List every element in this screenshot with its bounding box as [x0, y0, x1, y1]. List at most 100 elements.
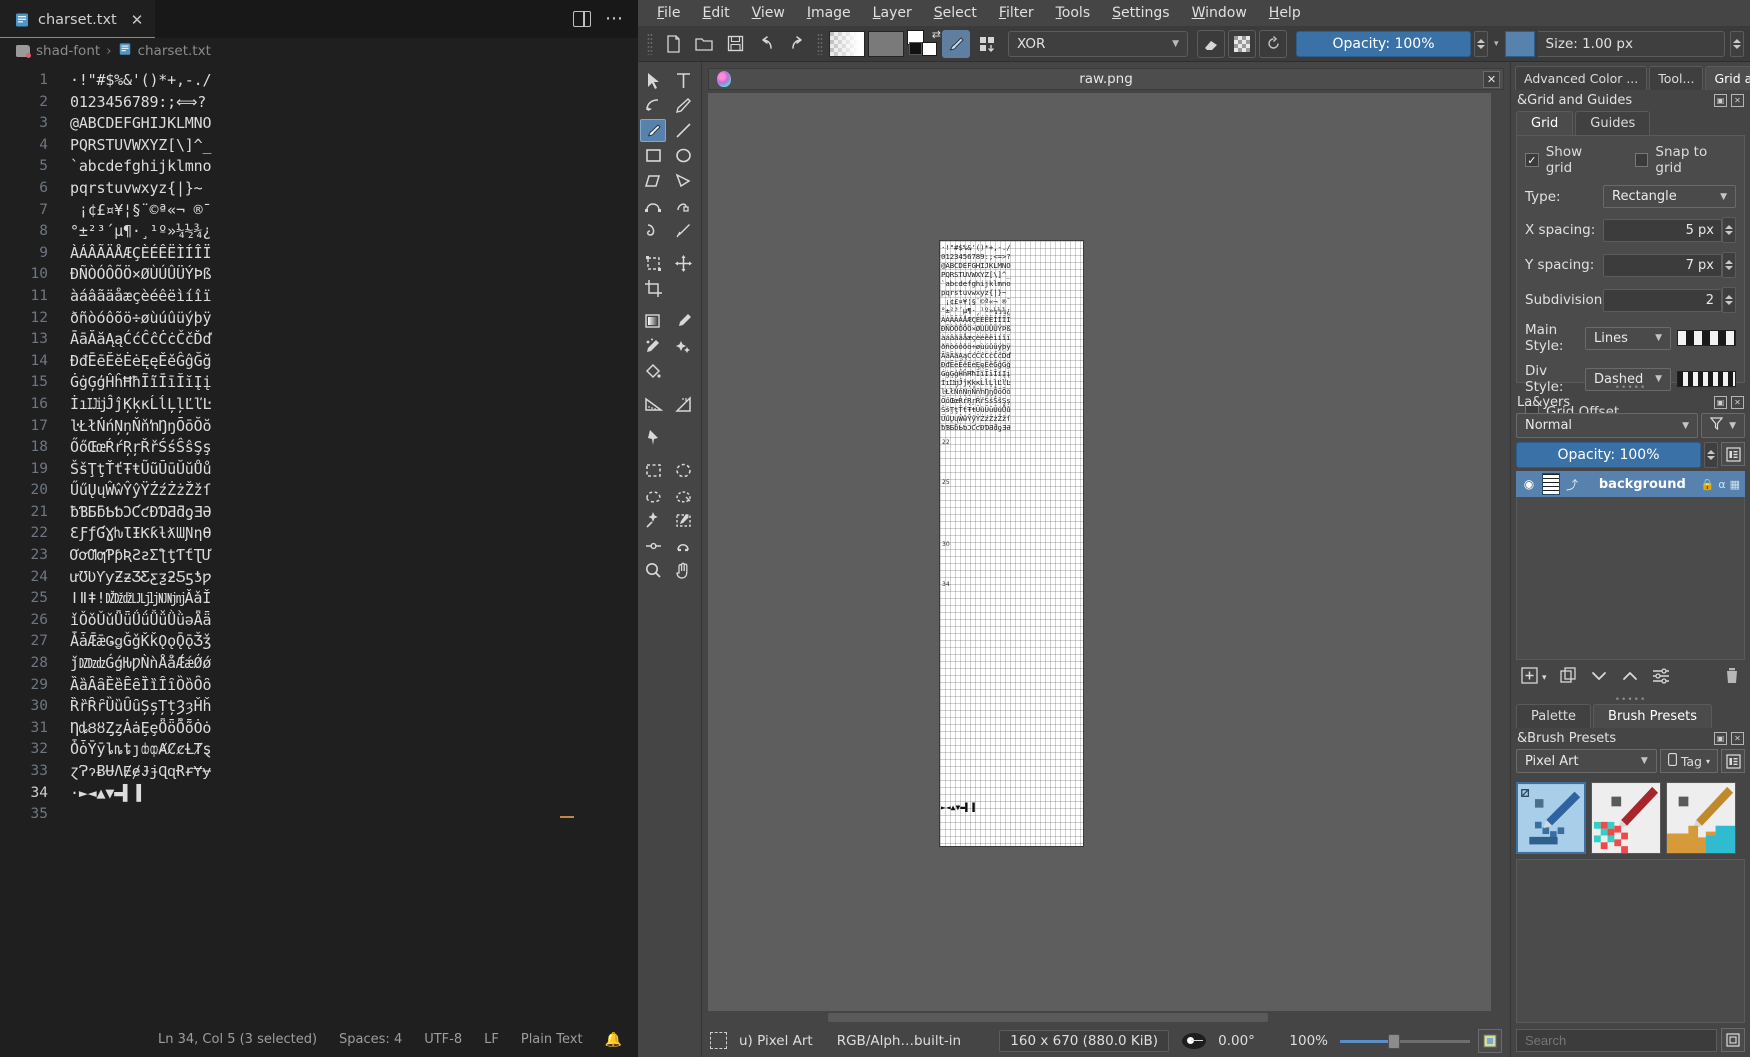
lower-layer-icon[interactable]	[1590, 668, 1608, 688]
code-line[interactable]: @ABCDEFGHIJKLMNO	[62, 113, 638, 135]
close-tab-button[interactable]: ✕	[131, 11, 144, 29]
menu-item-file[interactable]: File	[646, 2, 691, 24]
tool-palette[interactable]	[638, 62, 702, 1057]
text-tool-icon[interactable]	[670, 69, 696, 92]
code-line[interactable]: ÐÑÒÓÔÕÖ×ØÙÚÛÜÝÞß	[62, 264, 638, 286]
pan-tool-icon[interactable]	[670, 559, 696, 582]
layer-opacity-spinner[interactable]	[1704, 442, 1718, 468]
search-view-toggle-icon[interactable]	[1721, 1028, 1745, 1052]
menu-item-layer[interactable]: Layer	[862, 2, 923, 24]
fit-image-icon[interactable]	[1478, 1028, 1502, 1053]
transform-tool-icon[interactable]	[640, 252, 666, 275]
code-line[interactable]: `abcdefghijklmno	[62, 156, 638, 178]
brush-size-field[interactable]: Size: 1.00 px	[1537, 30, 1725, 57]
dock-menu-icon[interactable]: ▣	[1714, 732, 1727, 745]
code-lines[interactable]: ·!"#$%&'()*+,-./0123456789:;⟺? @ABCDEFGHI…	[62, 64, 638, 1022]
code-line[interactable]: °±²³´µ¶·¸¹º»¼½¾¿	[62, 221, 638, 243]
search-input[interactable]	[1516, 1028, 1717, 1052]
dock-menu-icon[interactable]: ▣	[1714, 94, 1727, 107]
code-line[interactable]: ÀÁÂÃÄÅÆÇÈÉÊËÌÍÎÏ	[62, 243, 638, 265]
code-line[interactable]: ɀɁɂɃɄɅɆɇɈɉɊɋɌɍɎɏ	[62, 761, 638, 783]
bucket-fill-icon[interactable]	[640, 360, 666, 383]
bezier-select-icon[interactable]	[640, 534, 666, 557]
menu-item-settings[interactable]: Settings	[1101, 2, 1180, 24]
bezier-tool-icon[interactable]	[640, 194, 666, 217]
cursor-position-status[interactable]: Ln 34, Col 5 (3 selected)	[158, 1032, 317, 1047]
opacity-slider-toolbar[interactable]: Opacity: 100%	[1296, 30, 1471, 57]
main-style-preview[interactable]	[1677, 330, 1736, 346]
eol-status[interactable]: LF	[484, 1032, 499, 1047]
open-folder-icon[interactable]	[690, 30, 718, 58]
code-line[interactable]: ĠġĢģĤĥĦħĨĩĪīĬĭĮį	[62, 372, 638, 394]
layer-options-icon[interactable]	[1652, 667, 1670, 688]
crop-tool-icon[interactable]	[640, 277, 666, 300]
rect-select-icon[interactable]	[640, 459, 666, 482]
menu-item-help[interactable]: Help	[1258, 2, 1312, 24]
code-line[interactable]: ŐőŒœŔŕŖŗŘřŚśŜŝŞş	[62, 437, 638, 459]
link-icon[interactable]: ⤴	[1560, 476, 1584, 493]
code-line[interactable]: ŀŁłŃńŅņŇňŉŊŋŌōŎŏ	[62, 416, 638, 438]
size-slider-fill[interactable]	[1504, 30, 1535, 57]
smudge-tool-icon[interactable]	[640, 335, 666, 358]
code-line[interactable]: 0123456789:;⟺?	[62, 92, 638, 114]
code-line[interactable]: ·►◄▲▼▬▌▐	[62, 783, 638, 805]
tab-brush-presets[interactable]: Brush Presets	[1593, 704, 1712, 728]
snap-to-grid-checkbox[interactable]	[1634, 153, 1649, 167]
reference-pin-icon[interactable]	[640, 426, 666, 449]
brush-preset-pixel-art-gold[interactable]	[1666, 782, 1736, 854]
dock-close-icon[interactable]: ✕	[1731, 732, 1744, 745]
save-icon[interactable]	[721, 30, 749, 58]
ink-tool-icon[interactable]	[670, 94, 696, 117]
gradient-swatch[interactable]	[829, 30, 865, 57]
dynamic-brush-icon[interactable]	[670, 219, 696, 242]
encoding-status[interactable]: UTF-8	[424, 1032, 462, 1047]
indentation-status[interactable]: Spaces: 4	[339, 1032, 402, 1047]
ellipse-tool-icon[interactable]	[670, 144, 696, 167]
duplicate-layer-icon[interactable]	[1559, 667, 1577, 688]
tab-palette[interactable]: Palette	[1516, 704, 1592, 728]
new-layer-dropdown-icon[interactable]: ▾	[1542, 673, 1547, 683]
code-line[interactable]: ðñòóôõö÷øùúûüýþÿ	[62, 308, 638, 330]
move-tool-icon[interactable]	[670, 252, 696, 275]
reset-icon[interactable]	[1259, 29, 1287, 58]
code-line[interactable]: ȀȁȂȃȄȅȆȇȈȉȊȋȌȍȎȏ	[62, 675, 638, 697]
path-tool-icon[interactable]	[640, 94, 666, 117]
gradient-tool-icon[interactable]	[640, 310, 666, 333]
scroll-thumb[interactable]	[828, 1013, 1268, 1022]
code-line[interactable]: ưƱƲƳƴƵƶƷƸƹƺƻƼƽƾƿ	[62, 567, 638, 589]
menu-item-window[interactable]: Window	[1181, 2, 1258, 24]
zoom-level-status[interactable]: 100%	[1277, 1033, 1340, 1049]
breadcrumb-file[interactable]: charset.txt	[138, 43, 211, 59]
code-line[interactable]: ŠšŢţŤťŦŧŨũŪūŬŭŮů	[62, 459, 638, 481]
menu-item-tools[interactable]: Tools	[1045, 2, 1102, 24]
mask-icon[interactable]: ▦	[1730, 478, 1740, 491]
magnetic-select-icon[interactable]	[670, 534, 696, 557]
move-select-icon[interactable]	[640, 69, 666, 92]
code-line[interactable]: àáâãäåæçèéêëìíîï	[62, 286, 638, 308]
tab-guides[interactable]: Guides	[1575, 111, 1651, 135]
measure-tool-icon[interactable]	[640, 393, 666, 416]
subdivision-input[interactable]: 2	[1603, 288, 1722, 312]
eraser-icon[interactable]	[1197, 29, 1225, 58]
main-style-select[interactable]: Lines ▼	[1585, 326, 1672, 350]
more-actions-icon[interactable]: ⋯	[605, 10, 624, 28]
new-file-icon[interactable]	[659, 30, 687, 58]
code-line[interactable]: ƀƁƂƃƄƅƆƇƈƉƊƋƌƍƎƏ	[62, 502, 638, 524]
breadcrumb-project[interactable]: shad-font	[36, 43, 100, 59]
grid-type-select[interactable]: Rectangle ▼	[1603, 185, 1736, 208]
layers-list-empty-area[interactable]	[1516, 497, 1745, 660]
brush-dock-tabs[interactable]: Palette Brush Presets	[1516, 704, 1745, 728]
code-line[interactable]: İıĲĳĴĵĶķĸĹĺĻļĽľĿ	[62, 394, 638, 416]
code-line[interactable]: PQRSTUVWXYZ[\]^_	[62, 135, 638, 157]
canvas-area[interactable]: ·!"#$%&'()*+,-./0123456789:;<=>? @ABCDEFG…	[708, 93, 1504, 1011]
redo-icon[interactable]	[783, 30, 811, 58]
image-dimensions-status[interactable]: 160 x 670 (880.0 KiB)	[999, 1029, 1170, 1052]
code-line[interactable]	[62, 804, 638, 826]
raise-layer-icon[interactable]	[1621, 668, 1639, 688]
code-line[interactable]: ǀǁǂǃǄǅǆǇǈǉǊǋǌǍǎǏ	[62, 588, 638, 610]
split-editor-icon[interactable]	[573, 11, 591, 27]
code-line[interactable]: ǠǡǢǣǤǥǦǧǨǩǪǫǬǭǮǯ	[62, 631, 638, 653]
foreground-background-colors[interactable]: ⇄	[907, 28, 941, 58]
brush-icon[interactable]	[942, 29, 970, 58]
menu-item-filter[interactable]: Filter	[988, 2, 1045, 24]
